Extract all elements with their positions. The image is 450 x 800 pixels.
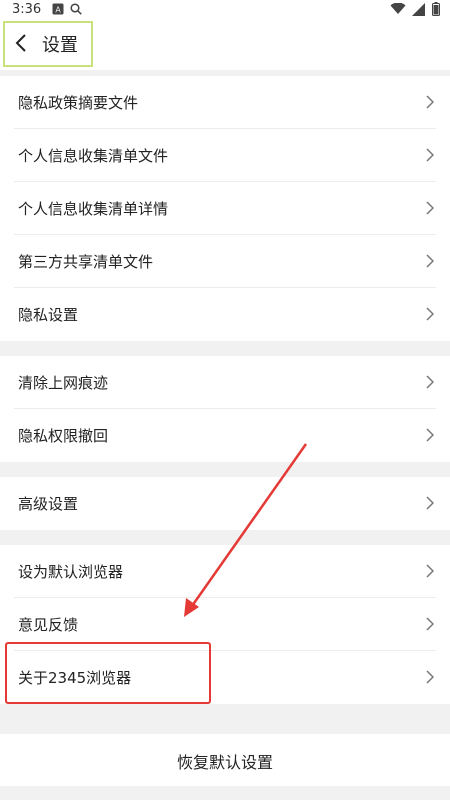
restore-defaults-label: 恢复默认设置 [176, 753, 273, 772]
annotation-arrow [184, 443, 308, 617]
restore-defaults-button[interactable]: 恢复默认设置 [0, 734, 450, 786]
